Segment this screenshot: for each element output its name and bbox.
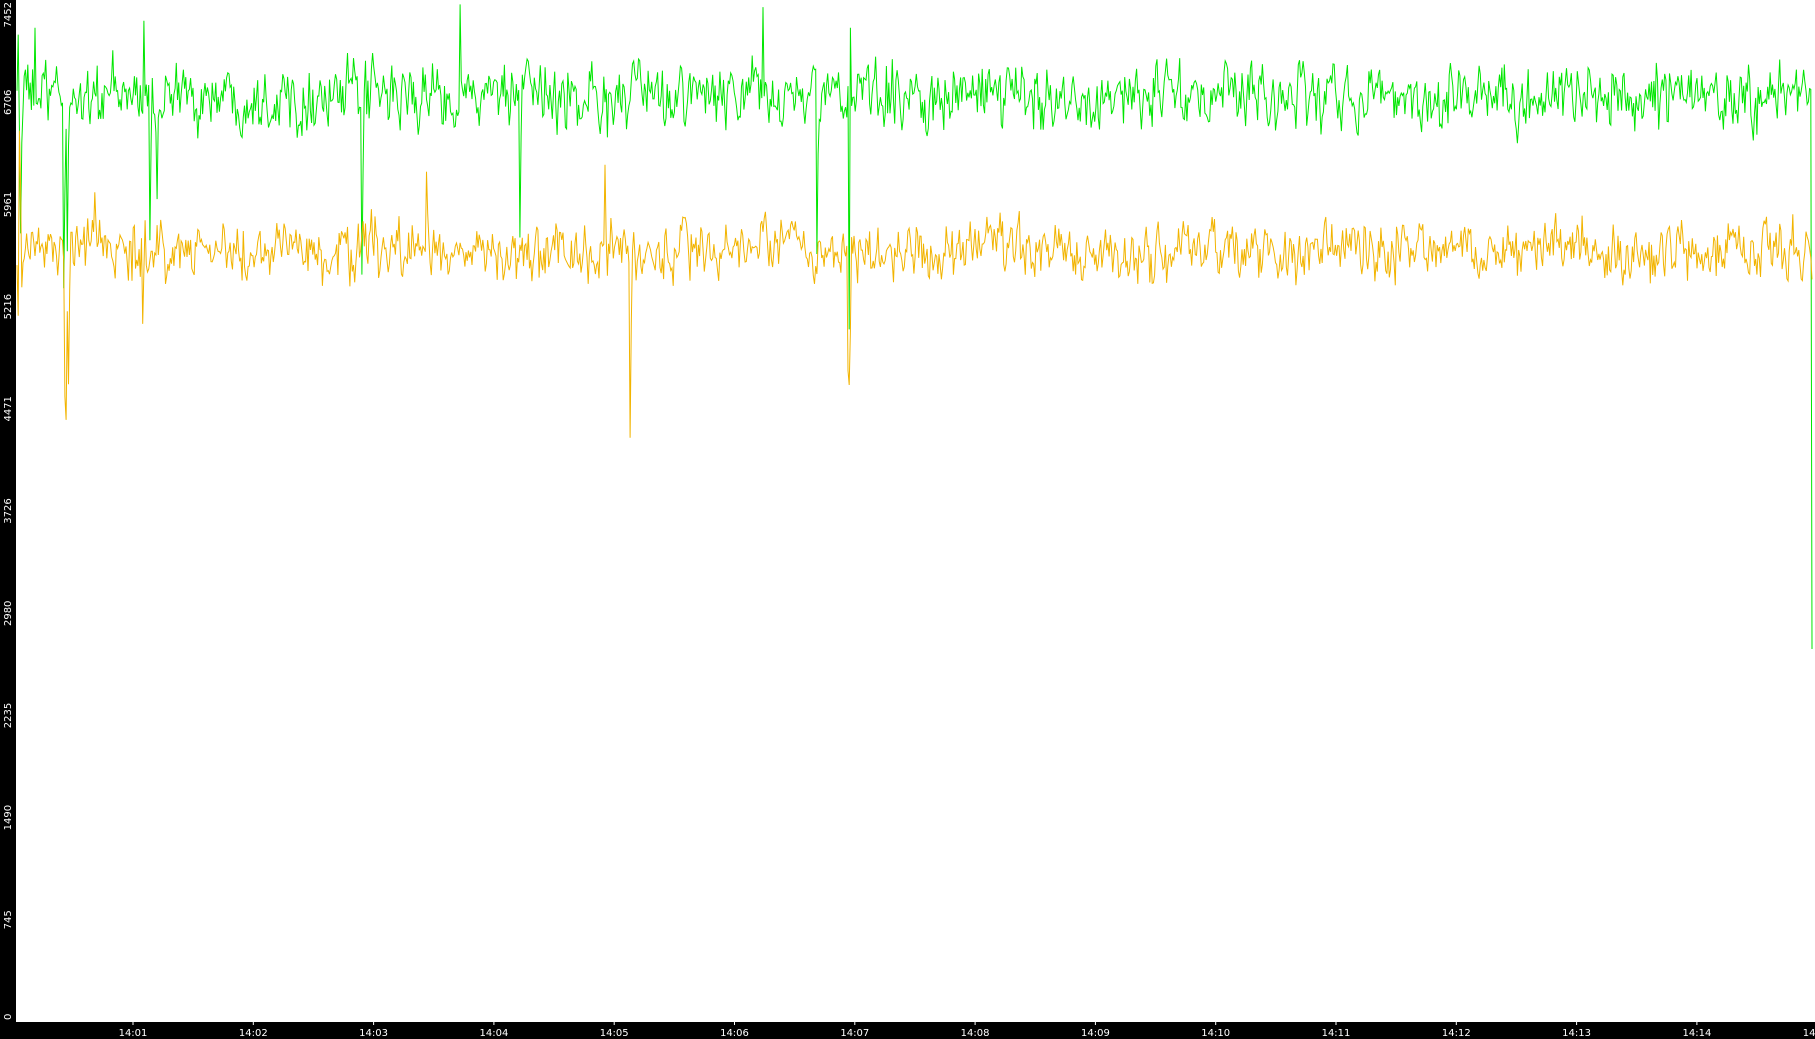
x-tick-label: 14:07 bbox=[840, 1028, 869, 1039]
y-tick-label: 3726 bbox=[3, 498, 14, 523]
x-tick-label: 14:01 bbox=[119, 1028, 148, 1039]
x-tick-label: 14:10 bbox=[1201, 1028, 1230, 1039]
plot-area bbox=[16, 0, 1815, 1022]
y-tick-label: 745 bbox=[3, 910, 14, 929]
y-tick-label: 0 bbox=[3, 1014, 14, 1020]
y-tick-label: 2235 bbox=[3, 703, 14, 728]
line-chart: 0 745 1490 2235 2980 3726 4471 5216 5961 6706 7452… bbox=[0, 0, 1815, 1039]
y-tick-label: 2980 bbox=[3, 601, 14, 626]
y-tick-label: 5216 bbox=[3, 294, 14, 319]
x-tick-label: 14:06 bbox=[720, 1028, 749, 1039]
y-tick-label: 6706 bbox=[3, 90, 14, 115]
y-tick-label: 5961 bbox=[3, 192, 14, 217]
x-tick-label: 14:03 bbox=[359, 1028, 388, 1039]
x-tick-label: 14:12 bbox=[1442, 1028, 1471, 1039]
x-tick-label: 14:11 bbox=[1322, 1028, 1351, 1039]
x-tick-label: 14:02 bbox=[239, 1028, 268, 1039]
x-tick-label: 14:05 bbox=[600, 1028, 629, 1039]
x-tick-label: 14:13 bbox=[1562, 1028, 1591, 1039]
y-tick-label: 1490 bbox=[3, 805, 14, 830]
y-tick-label: 7452 bbox=[3, 2, 14, 27]
x-tick-label: 14:04 bbox=[479, 1028, 508, 1039]
x-tick-label: 14:15 bbox=[1803, 1028, 1815, 1039]
y-tick-label: 4471 bbox=[3, 396, 14, 421]
x-tick-label: 14:14 bbox=[1682, 1028, 1711, 1039]
x-tick-label: 14:09 bbox=[1081, 1028, 1110, 1039]
x-tick-label: 14:08 bbox=[961, 1028, 990, 1039]
x-axis-panel bbox=[0, 1022, 1815, 1039]
